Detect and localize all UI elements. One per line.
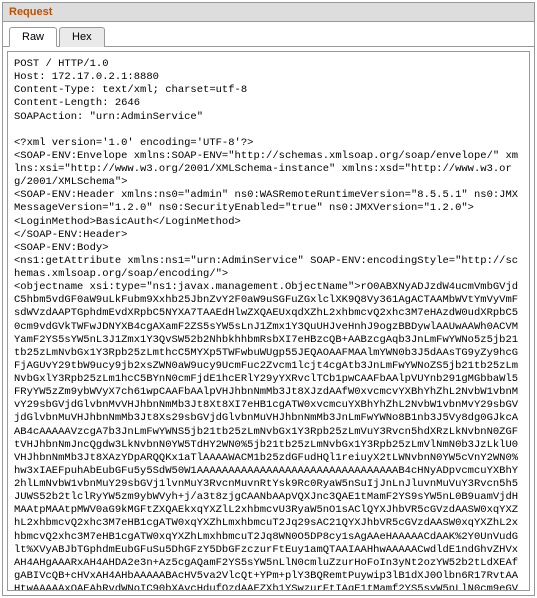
tab-raw[interactable]: Raw (9, 27, 57, 47)
panel-title: Request (3, 3, 534, 22)
request-panel: Request Raw Hex POST / HTTP/1.0 Host: 17… (2, 2, 535, 596)
request-body[interactable]: POST / HTTP/1.0 Host: 172.17.0.2.1:8880 … (7, 51, 530, 591)
tab-hex[interactable]: Hex (59, 27, 105, 47)
tab-bar: Raw Hex (3, 22, 534, 47)
